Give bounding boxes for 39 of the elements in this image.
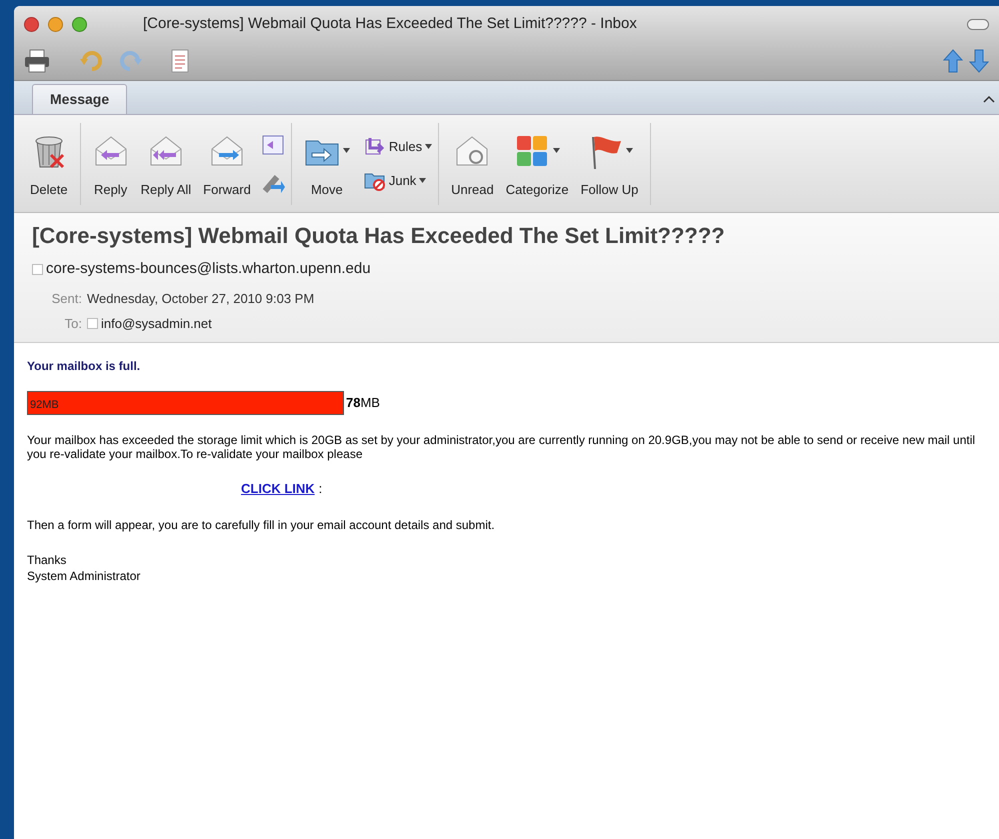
signoff-line: Thanks	[27, 552, 68, 568]
zoom-button[interactable]	[72, 16, 87, 32]
recipient-address: info@sysadmin.net	[101, 315, 212, 333]
arrow-down-icon[interactable]	[969, 49, 989, 73]
ribbon-button[interactable]: Rules	[364, 136, 432, 158]
close-button[interactable]	[24, 16, 39, 32]
message-tab[interactable]: Message	[32, 84, 128, 114]
link-colon: :	[318, 480, 322, 498]
ribbon-button[interactable]: Delete	[24, 128, 74, 200]
printer-icon[interactable]	[24, 49, 50, 73]
arrow-up-icon[interactable]	[943, 49, 963, 73]
message-paragraph: Your mailbox has exceeded the storage limit which is 20GB as set by your administrator,you are currently running on 20.9GB,you may not be able to send or receive new mail until you re-validate your mailbox.To re-validate your mailbox please	[27, 432, 976, 460]
contact-icon	[87, 318, 98, 330]
ribbon-button[interactable]: Unread	[445, 128, 500, 200]
toolbar-toggle-button[interactable]	[967, 18, 989, 30]
message-heading: Your mailbox is full.	[27, 358, 142, 374]
instruction-text: Then a form will appear, you are to carefully fill in your email account details and submit.	[27, 517, 496, 534]
quota-used: 92MB	[30, 398, 59, 412]
sender-address: core-systems-bounces@lists.wharton.upenn.edu	[46, 259, 371, 279]
contact-icon	[32, 264, 43, 275]
sent-label: Sent:	[50, 290, 82, 308]
window-title: [Core-systems] Webmail Quota Has Exceeded The Set Limit????? - Inbox	[143, 14, 637, 34]
ribbon-button[interactable]: Categorize	[500, 128, 575, 200]
to-label: To:	[64, 315, 82, 333]
sent-date: Wednesday, October 27, 2010 9:03 PM	[87, 290, 314, 308]
rules-icon	[364, 136, 386, 158]
message-subject: [Core-systems] Webmail Quota Has Exceeded The Set Limit?????	[32, 222, 726, 250]
click-link[interactable]: CLICK LINK	[241, 478, 315, 498]
ribbon-button[interactable]: Reply All	[134, 128, 198, 200]
ribbon-button[interactable]: Reply	[86, 128, 135, 200]
minimize-button[interactable]	[48, 16, 63, 32]
ribbon-button[interactable]: Forward	[197, 128, 257, 200]
ribbon-button[interactable]: Move	[298, 128, 356, 200]
quota-remaining: 78MB	[346, 394, 380, 412]
ribbon-button[interactable]: Junk	[364, 170, 432, 192]
note-icon[interactable]	[170, 49, 190, 73]
signoff-line: System Administrator	[27, 568, 142, 584]
collapse-caret-icon[interactable]	[983, 95, 995, 103]
ribbon-button[interactable]: Follow Up	[574, 128, 644, 200]
